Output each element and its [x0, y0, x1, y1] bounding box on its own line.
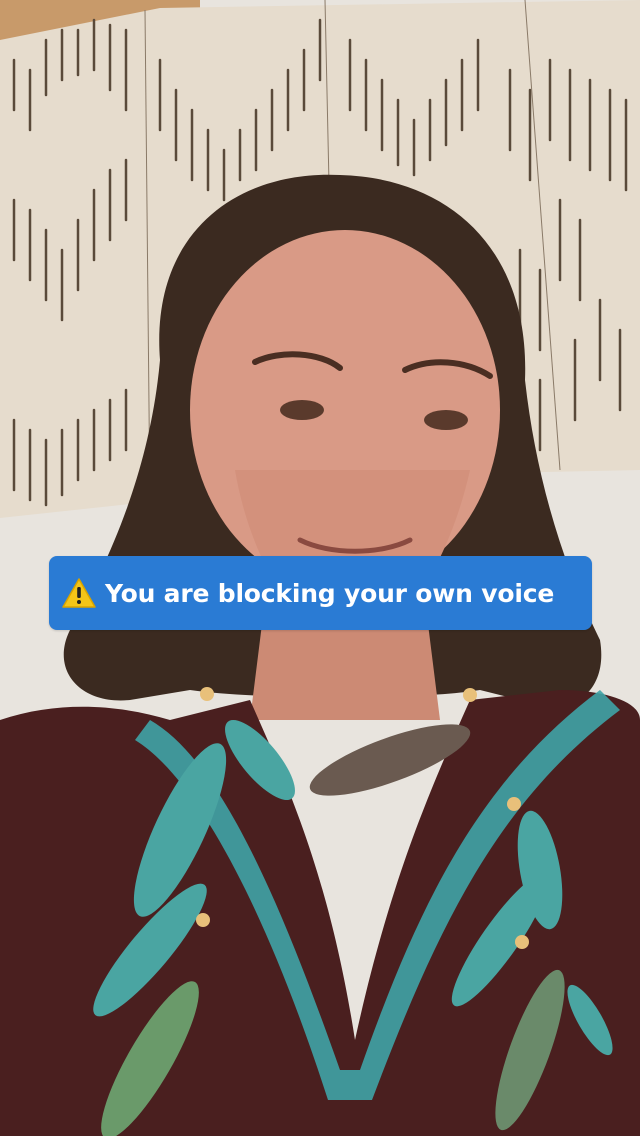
video-frame: You are blocking your own voice	[0, 0, 640, 1136]
caption-text: You are blocking your own voice	[105, 578, 555, 608]
caption-banner: You are blocking your own voice	[49, 556, 592, 630]
warning-icon	[62, 578, 96, 608]
